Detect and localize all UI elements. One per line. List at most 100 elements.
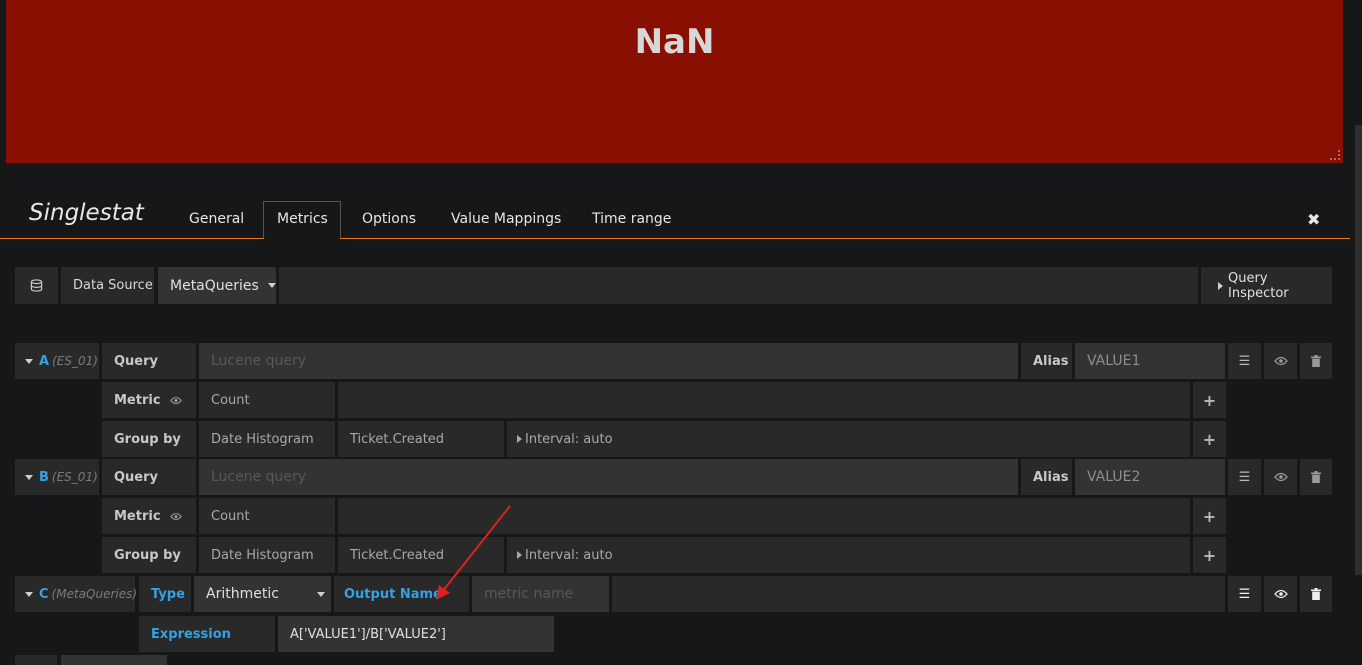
query-a-groupby-label: Group by (102, 421, 196, 457)
query-a-metric-value: Count (211, 392, 250, 408)
query-b-letter: B (39, 469, 49, 485)
datasource-label-text: Data Source (73, 278, 153, 293)
eye-icon[interactable] (1264, 343, 1297, 379)
collapse-icon[interactable] (25, 358, 33, 364)
query-c-header[interactable]: C (MetaQueries) (15, 576, 138, 612)
resize-handle-icon[interactable] (1330, 150, 1340, 160)
query-a-source: (ES_01) (52, 354, 98, 368)
query-c-expression-value: A['VALUE1']/B['VALUE2'] (290, 626, 446, 642)
menu-icon[interactable]: ☰ (1228, 576, 1261, 612)
query-a-interval-value: Interval: auto (525, 431, 613, 447)
datasource-filler (279, 267, 1198, 304)
query-a-alias-input[interactable]: VALUE1 (1075, 343, 1225, 379)
query-c-output-label: Output Name (334, 576, 469, 612)
datasource-select-value: MetaQueries (170, 277, 259, 294)
query-b-query-placeholder: Lucene query (211, 469, 307, 485)
close-icon[interactable]: ✖ (1307, 210, 1320, 229)
trash-icon[interactable] (1300, 459, 1332, 495)
query-b-groupby-field[interactable]: Ticket.Created (338, 537, 504, 573)
query-b-query-label: Query (102, 459, 196, 495)
datasource-label: Data Source (61, 267, 154, 304)
stat-value: NaN (634, 22, 715, 62)
query-b-alias-input[interactable]: VALUE2 (1075, 459, 1225, 495)
query-a-query-input[interactable]: Lucene query (199, 343, 1018, 379)
query-b-metric-select[interactable]: Count (199, 498, 335, 534)
query-b-interval[interactable]: Interval: auto (507, 537, 1190, 573)
query-a-alias-label: Alias (1021, 343, 1072, 379)
tab-general[interactable]: General (189, 211, 244, 227)
tab-metrics[interactable]: Metrics (277, 211, 328, 227)
trash-icon[interactable] (1300, 343, 1332, 379)
editor-header-underline (0, 238, 1350, 239)
database-icon[interactable] (15, 267, 58, 304)
query-c-output-placeholder: metric name (484, 586, 574, 602)
query-b-metric-value: Count (211, 508, 250, 524)
query-a-groupby-field-value: Ticket.Created (350, 431, 445, 447)
add-query-button[interactable] (61, 655, 167, 665)
query-b-metric-label-text: Metric (114, 508, 161, 524)
tab-options[interactable]: Options (362, 211, 416, 227)
collapse-icon[interactable] (25, 591, 33, 597)
query-b-query-input[interactable]: Lucene query (199, 459, 1018, 495)
query-b-groupby-label: Group by (102, 537, 196, 573)
chevron-right-icon (517, 435, 522, 443)
query-b-groupby-type-value: Date Histogram (211, 547, 314, 563)
eye-icon[interactable] (169, 396, 182, 405)
chevron-right-icon (517, 551, 522, 559)
chevron-down-icon (267, 283, 276, 288)
singlestat-panel: NaN (6, 0, 1343, 163)
eye-icon[interactable] (1264, 459, 1297, 495)
query-b-groupby-type[interactable]: Date Histogram (199, 537, 335, 573)
editor-title: Singlestat (29, 200, 144, 226)
chevron-down-icon (317, 592, 325, 597)
tab-time-range[interactable]: Time range (592, 211, 671, 227)
query-inspector-button[interactable]: Query Inspector (1201, 267, 1332, 304)
scrollbar[interactable] (1355, 125, 1362, 575)
query-b-alias-label: Alias (1021, 459, 1072, 495)
query-c-type-value: Arithmetic (206, 586, 279, 602)
query-a-metric-label: Metric (102, 382, 196, 418)
query-b-metric-filler (338, 498, 1190, 534)
query-b-metric-label: Metric (102, 498, 196, 534)
query-b-interval-value: Interval: auto (525, 547, 613, 563)
collapse-icon[interactable] (25, 474, 33, 480)
datasource-select[interactable]: MetaQueries (158, 267, 276, 304)
query-b-header[interactable]: B (ES_01) (15, 459, 99, 495)
query-c-output-input[interactable]: metric name (472, 576, 609, 612)
query-b-alias-value: VALUE2 (1087, 469, 1141, 485)
add-query-row (15, 655, 57, 665)
plus-icon[interactable]: + (1193, 537, 1226, 573)
query-a-alias-value: VALUE1 (1087, 353, 1141, 369)
query-a-query-label: Query (102, 343, 196, 379)
query-a-groupby-type[interactable]: Date Histogram (199, 421, 335, 457)
query-inspector-label: Query Inspector (1228, 270, 1289, 301)
query-b-groupby-field-value: Ticket.Created (350, 547, 445, 563)
query-c-expression-input[interactable]: A['VALUE1']/B['VALUE2'] (278, 616, 554, 652)
query-c-type-select[interactable]: Arithmetic (194, 576, 331, 612)
query-b-source: (ES_01) (51, 470, 98, 484)
eye-icon[interactable] (169, 512, 182, 521)
query-a-metric-select[interactable]: Count (199, 382, 335, 418)
trash-icon[interactable] (1300, 576, 1332, 612)
tab-active-gap (264, 237, 340, 240)
eye-icon[interactable] (1264, 576, 1297, 612)
query-a-groupby-type-value: Date Histogram (211, 431, 314, 447)
tab-value-mappings[interactable]: Value Mappings (451, 211, 561, 227)
query-c-source: (MetaQueries) (51, 587, 138, 601)
query-a-letter: A (39, 353, 50, 369)
menu-icon[interactable]: ☰ (1228, 459, 1261, 495)
plus-icon[interactable]: + (1193, 498, 1226, 534)
query-a-metric-filler (338, 382, 1190, 418)
plus-icon[interactable]: + (1193, 382, 1226, 418)
plus-icon[interactable]: + (1193, 421, 1226, 457)
menu-icon[interactable]: ☰ (1228, 343, 1261, 379)
query-a-header[interactable]: A (ES_01) (15, 343, 99, 379)
query-c-filler (612, 576, 1225, 612)
query-a-interval[interactable]: Interval: auto (507, 421, 1190, 457)
query-c-type-label: Type (139, 576, 191, 612)
query-a-query-placeholder: Lucene query (211, 353, 307, 369)
query-a-groupby-field[interactable]: Ticket.Created (338, 421, 504, 457)
query-a-metric-label-text: Metric (114, 392, 161, 408)
chevron-right-icon (1218, 281, 1223, 290)
query-c-expression-label: Expression (139, 616, 275, 652)
